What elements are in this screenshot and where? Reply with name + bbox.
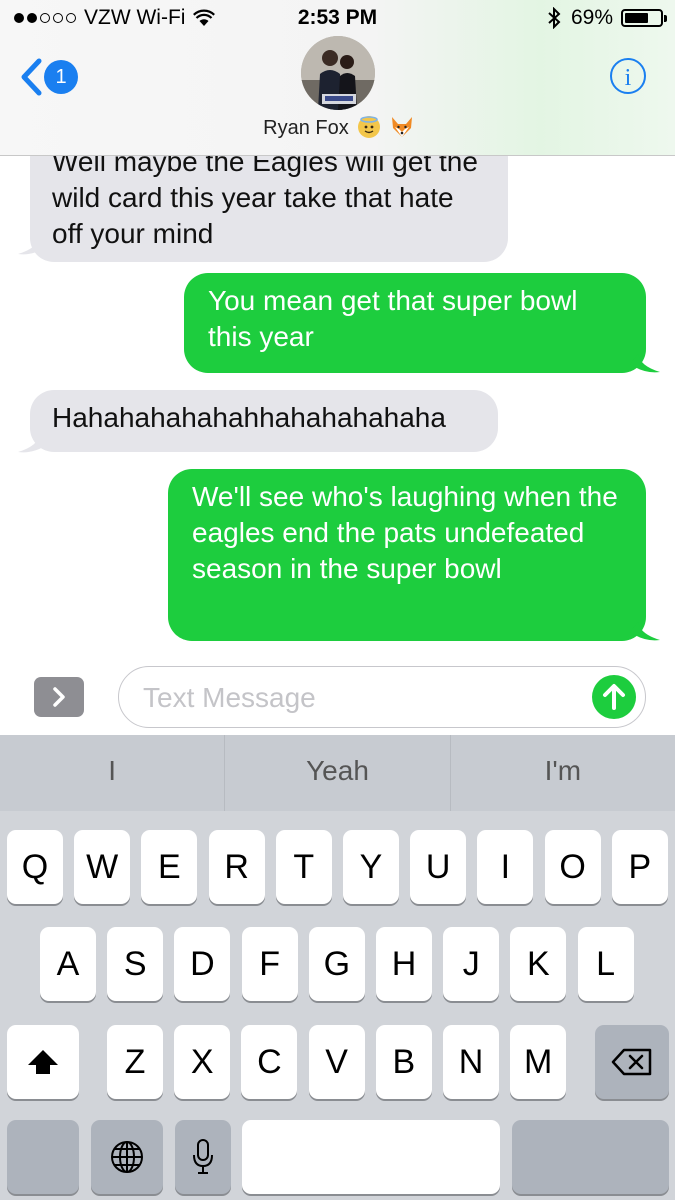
key-y[interactable]: Y <box>343 830 399 904</box>
info-icon: i <box>624 65 632 91</box>
message-text: Well maybe the Eagles will get the wild … <box>52 156 478 249</box>
message-compose-field[interactable] <box>118 666 646 728</box>
bluetooth-icon <box>548 7 561 29</box>
contact-name-label: Ryan Fox <box>263 117 349 139</box>
globe-key[interactable] <box>91 1120 163 1194</box>
text-message-input[interactable] <box>141 677 585 719</box>
bubble-tail <box>630 622 660 641</box>
key-a[interactable]: A <box>40 927 96 1001</box>
unread-count-badge: 1 <box>44 60 78 94</box>
send-button[interactable] <box>592 675 636 719</box>
contact-name[interactable]: Ryan Fox <box>0 116 675 140</box>
key-u[interactable]: U <box>410 830 467 904</box>
key-p[interactable]: P <box>611 830 668 904</box>
microphone-icon <box>193 1139 213 1174</box>
key-l[interactable]: L <box>577 927 634 1001</box>
delete-key[interactable] <box>595 1025 669 1099</box>
shift-arrow-icon <box>28 1050 58 1074</box>
arrow-up-icon <box>603 684 625 710</box>
key-b[interactable]: B <box>375 1025 432 1099</box>
message-text: We'll see who's laughing when the eagles… <box>192 481 618 584</box>
battery-percent: 69% <box>570 6 613 29</box>
status-bar: VZW Wi-Fi 2:53 PM 69% <box>0 0 675 38</box>
message-text: Hahahahahahahhahahahahaha <box>52 402 446 433</box>
key-w[interactable]: W <box>74 830 131 904</box>
bubble-tail <box>630 354 660 373</box>
key-j[interactable]: J <box>443 927 500 1001</box>
message-bubble-incoming[interactable]: Hahahahahahahhahahahahaha <box>30 390 498 452</box>
key-d[interactable]: D <box>174 927 231 1001</box>
message-text: You mean get that super bowl this year <box>208 285 578 352</box>
details-info-button[interactable]: i <box>610 58 646 94</box>
message-bubble-incoming[interactable]: Well maybe the Eagles will get the wild … <box>30 156 508 262</box>
key-s[interactable]: S <box>107 927 164 1001</box>
key-x[interactable]: X <box>174 1025 231 1099</box>
bubble-tail <box>18 434 48 453</box>
battery-area: 69% <box>547 6 667 30</box>
key-f[interactable]: F <box>241 927 298 1001</box>
key-q[interactable]: Q <box>7 830 63 904</box>
chevron-left-icon <box>21 58 42 96</box>
key-i[interactable]: I <box>477 830 534 904</box>
key-e[interactable]: E <box>141 830 198 904</box>
key-m[interactable]: M <box>510 1025 567 1099</box>
smiling-face-with-halo-emoji <box>358 116 381 138</box>
bubble-tail <box>18 236 48 255</box>
prediction-suggestion[interactable]: Yeah <box>224 735 449 811</box>
message-bubble-outgoing[interactable]: We'll see who's laughing when the eagles… <box>168 469 646 641</box>
contact-photo <box>301 36 375 110</box>
return-key[interactable] <box>512 1120 669 1194</box>
key-v[interactable]: V <box>308 1025 365 1099</box>
battery-icon <box>621 9 667 27</box>
back-button[interactable]: 1 <box>20 58 78 96</box>
shift-key[interactable] <box>7 1025 79 1099</box>
key-c[interactable]: C <box>241 1025 298 1099</box>
message-bubble-outgoing[interactable]: You mean get that super bowl this year <box>184 273 646 373</box>
key-z[interactable]: Z <box>107 1025 163 1099</box>
keyboard: I Yeah I'm QWERTYUIOPASDFGHJKLZXCVBNM <box>0 735 675 1200</box>
globe-icon <box>111 1141 143 1173</box>
predictive-text-bar: I Yeah I'm <box>0 735 675 811</box>
dictation-key[interactable] <box>175 1120 231 1194</box>
space-key[interactable] <box>242 1120 500 1194</box>
key-o[interactable]: O <box>544 830 601 904</box>
expand-apps-button[interactable] <box>34 677 84 717</box>
key-t[interactable]: T <box>275 830 332 904</box>
backspace-icon <box>611 1048 652 1076</box>
message-thread[interactable]: Well maybe the Eagles will get the wild … <box>0 156 675 661</box>
key-n[interactable]: N <box>443 1025 499 1099</box>
key-h[interactable]: H <box>376 927 432 1001</box>
chevron-right-icon <box>53 687 65 707</box>
conversation-header: VZW Wi-Fi 2:53 PM 69% 1 Ryan Fox i <box>0 0 675 156</box>
prediction-suggestion[interactable]: I'm <box>449 735 675 811</box>
key-r[interactable]: R <box>208 830 265 904</box>
prediction-suggestion[interactable]: I <box>0 735 224 811</box>
contact-avatar[interactable] <box>301 36 375 110</box>
fox-emoji <box>390 116 412 138</box>
key-k[interactable]: K <box>510 927 567 1001</box>
numbers-key[interactable] <box>7 1120 79 1194</box>
key-g[interactable]: G <box>308 927 365 1001</box>
